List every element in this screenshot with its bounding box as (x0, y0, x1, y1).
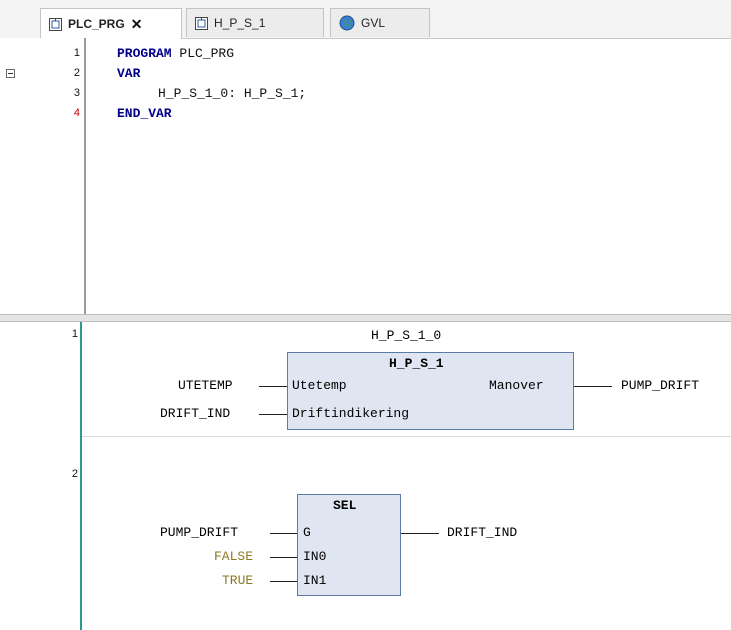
pin-utetemp: Utetemp (292, 378, 347, 393)
keyword: VAR (117, 66, 141, 81)
globe-icon (339, 15, 355, 31)
input-var-pump-drift[interactable]: PUMP_DRIFT (160, 525, 238, 540)
code-line-3[interactable]: 3 H_P_S_1_0: H_P_S_1; (0, 84, 731, 104)
keyword: END_VAR (117, 106, 172, 121)
close-icon[interactable]: ✕ (131, 16, 143, 33)
editor-tab-bar: PLC_PRG ✕ H_P_S_1 GVL (0, 0, 731, 39)
line-number: 2 (73, 67, 80, 79)
line-number: 1 (73, 47, 80, 59)
fbd-editor[interactable]: 1 H_P_S_1_0 H_P_S_1 Utetemp Driftindiker… (0, 322, 731, 630)
pin-g: G (303, 525, 311, 540)
code-text: PLC_PRG (171, 46, 235, 61)
wire (574, 386, 612, 387)
pou-icon (49, 17, 62, 31)
wire (270, 581, 297, 582)
network-number: 2 (71, 468, 78, 480)
block-type-name: H_P_S_1 (389, 356, 444, 371)
line-number: 3 (73, 87, 80, 99)
keyword: PROGRAM (117, 46, 172, 61)
instance-name[interactable]: H_P_S_1_0 (371, 328, 441, 343)
collapse-icon[interactable] (6, 69, 15, 78)
tab-plc-prg[interactable]: PLC_PRG ✕ (40, 8, 182, 39)
wire (259, 386, 287, 387)
wire (270, 557, 297, 558)
output-var-drift-ind[interactable]: DRIFT_IND (447, 525, 517, 540)
constant-true[interactable]: TRUE (222, 573, 253, 588)
tab-gvl[interactable]: GVL (330, 8, 430, 37)
tab-h-p-s-1[interactable]: H_P_S_1 (186, 8, 324, 37)
code-line-2[interactable]: 2 VAR (0, 64, 731, 84)
pin-manover: Manover (489, 378, 544, 393)
input-var-utetemp[interactable]: UTETEMP (178, 378, 233, 393)
tab-label: H_P_S_1 (214, 16, 266, 30)
network-number: 1 (71, 328, 78, 340)
tab-label: PLC_PRG (68, 17, 125, 31)
pin-in0: IN0 (303, 549, 327, 564)
output-var-pump-drift[interactable]: PUMP_DRIFT (621, 378, 699, 393)
block-type-name: SEL (333, 498, 357, 513)
pin-driftindikering: Driftindikering (292, 406, 410, 421)
pou-icon (195, 16, 208, 30)
line-number: 4 (73, 107, 80, 119)
pin-in1: IN1 (303, 573, 327, 588)
code-text: H_P_S_1_0: H_P_S_1; (158, 86, 307, 101)
network-separator (82, 436, 731, 437)
declaration-editor[interactable]: 1 PROGRAM PLC_PRG 2 VAR 3 H_P_S_1_0: H_P… (0, 38, 731, 315)
code-line-1[interactable]: 1 PROGRAM PLC_PRG (0, 44, 731, 64)
wire (401, 533, 439, 534)
code-line-4[interactable]: 4 END_VAR (0, 104, 731, 124)
editor-splitter[interactable] (0, 314, 731, 322)
tab-label: GVL (361, 16, 386, 30)
input-var-drift-ind[interactable]: DRIFT_IND (160, 406, 230, 421)
wire (270, 533, 297, 534)
wire (259, 414, 287, 415)
constant-false[interactable]: FALSE (214, 549, 253, 564)
network-rail (80, 322, 82, 630)
